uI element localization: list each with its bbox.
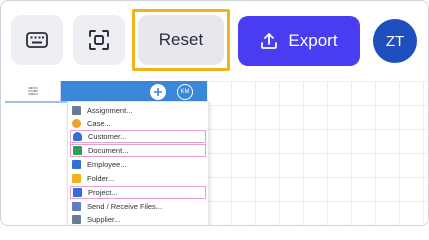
menu-item-label: Assignment... bbox=[87, 106, 133, 115]
send-files-icon bbox=[72, 202, 81, 211]
menu-item-document[interactable]: Document... bbox=[70, 144, 206, 157]
avatar-initials: ZT bbox=[385, 32, 405, 50]
window-frame: Reset Export ZT KM Assignment... Case...… bbox=[0, 0, 429, 226]
people-icon bbox=[73, 132, 82, 141]
project-icon bbox=[73, 188, 82, 197]
employee-icon bbox=[72, 160, 81, 169]
menu-item-project[interactable]: Project... bbox=[70, 186, 206, 199]
user-avatar[interactable]: ZT bbox=[373, 19, 417, 63]
folder-icon bbox=[72, 174, 81, 183]
embedded-app-screenshot: KM Assignment... Case... Customer... Doc… bbox=[2, 79, 428, 225]
menu-item-label: Employee... bbox=[87, 160, 127, 169]
menu-item-case[interactable]: Case... bbox=[70, 117, 206, 130]
export-button[interactable]: Export bbox=[238, 16, 360, 66]
top-toolbar: Reset Export ZT bbox=[1, 1, 428, 79]
menu-item-label: Project... bbox=[88, 188, 118, 197]
focus-frame-icon bbox=[89, 30, 109, 50]
menu-tab[interactable] bbox=[5, 81, 61, 101]
keyboard-icon bbox=[26, 32, 48, 48]
menu-item-employee[interactable]: Employee... bbox=[70, 158, 206, 171]
menu-item-label: Folder... bbox=[87, 174, 115, 183]
upload-icon bbox=[261, 33, 278, 49]
new-item-menu: Assignment... Case... Customer... Docume… bbox=[67, 101, 209, 225]
focus-frame-button[interactable] bbox=[73, 15, 125, 65]
export-label: Export bbox=[288, 31, 338, 50]
canvas-grid bbox=[207, 81, 428, 225]
menu-item-label: Customer... bbox=[88, 132, 127, 141]
list-icon bbox=[27, 87, 38, 95]
keyboard-button[interactable] bbox=[11, 15, 63, 65]
menu-item-folder[interactable]: Folder... bbox=[70, 172, 206, 185]
menu-item-supplier[interactable]: Supplier... bbox=[70, 213, 206, 225]
reset-button[interactable]: Reset bbox=[138, 15, 224, 65]
user-initials-badge[interactable]: KM bbox=[177, 84, 193, 100]
menu-item-assignment[interactable]: Assignment... bbox=[70, 104, 206, 117]
menu-item-label: Supplier... bbox=[87, 215, 121, 224]
menu-item-customer[interactable]: Customer... bbox=[70, 130, 206, 143]
reset-label: Reset bbox=[158, 30, 204, 49]
supplier-icon bbox=[72, 215, 81, 224]
assignment-icon bbox=[72, 106, 81, 115]
user-initials: KM bbox=[180, 89, 190, 95]
document-icon bbox=[73, 146, 82, 155]
menu-item-send-receive-files[interactable]: Send / Receive Files... bbox=[70, 200, 206, 213]
menu-item-label: Document... bbox=[88, 146, 129, 155]
menu-item-label: Case... bbox=[87, 119, 111, 128]
menu-item-label: Send / Receive Files... bbox=[87, 202, 163, 211]
add-button[interactable] bbox=[150, 84, 166, 100]
case-icon bbox=[72, 119, 81, 128]
plus-icon bbox=[154, 88, 162, 96]
